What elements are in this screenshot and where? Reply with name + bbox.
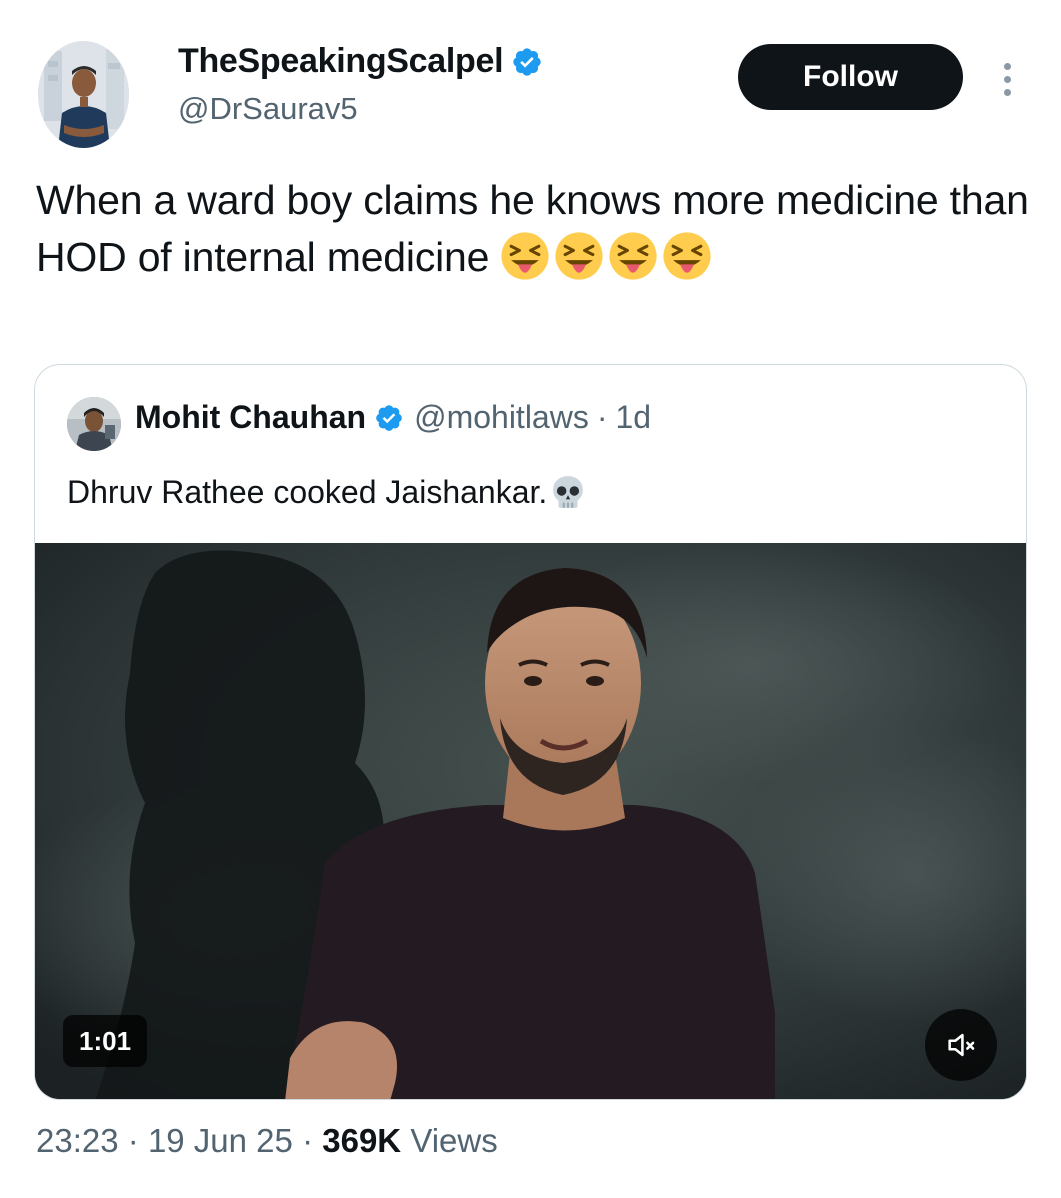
quoted-avatar-photo xyxy=(67,397,121,451)
follow-button[interactable]: Follow xyxy=(738,44,963,110)
squinting-tongue-emoji-icon xyxy=(501,232,550,280)
quoted-tweet-card[interactable]: Mohit Chauhan @mohitlaws · 1d Dhruv Rath… xyxy=(34,364,1027,1100)
mute-button[interactable] xyxy=(925,1009,997,1081)
squinting-tongue-emoji-icon xyxy=(663,232,712,280)
video-thumbnail xyxy=(35,543,1026,1099)
squinting-tongue-emoji-icon xyxy=(609,232,658,280)
tweet-text: When a ward boy claims he knows more med… xyxy=(36,172,1036,286)
quoted-author-handle[interactable]: @mohitlaws xyxy=(414,399,589,436)
meta-separator: · xyxy=(127,1122,139,1159)
views-count[interactable]: 369K xyxy=(322,1122,401,1159)
video-duration-badge: 1:01 xyxy=(63,1015,148,1067)
quoted-author-name[interactable]: Mohit Chauhan xyxy=(135,399,366,436)
tweet-meta: 23:23 · 19 Jun 25 · 369K Views xyxy=(36,1122,498,1160)
quoted-separator: · xyxy=(596,399,608,435)
muted-speaker-icon xyxy=(948,1033,975,1057)
verified-badge-icon xyxy=(376,404,402,431)
author-name-text: TheSpeakingScalpel xyxy=(178,42,504,80)
author-avatar[interactable] xyxy=(38,41,129,148)
more-vertical-icon[interactable] xyxy=(990,54,1024,104)
views-label: Views xyxy=(410,1122,498,1159)
tweet-date[interactable]: 19 Jun 25 xyxy=(148,1122,293,1159)
meta-separator: · xyxy=(302,1122,314,1159)
author-display-name[interactable]: TheSpeakingScalpel xyxy=(178,42,543,81)
quoted-author-avatar[interactable] xyxy=(67,397,121,451)
quoted-header: Mohit Chauhan @mohitlaws · 1d xyxy=(135,399,651,436)
author-handle[interactable]: @DrSaurav5 xyxy=(178,91,358,127)
verified-badge-icon xyxy=(513,47,541,76)
quoted-text-content: Dhruv Rathee cooked Jaishankar. xyxy=(67,473,548,510)
squinting-tongue-emoji-icon xyxy=(555,232,604,280)
quoted-timestamp[interactable]: 1d xyxy=(615,399,651,436)
quoted-tweet-text: Dhruv Rathee cooked Jaishankar. xyxy=(67,473,587,511)
skull-emoji-icon xyxy=(553,476,584,508)
video-player[interactable]: 1:01 xyxy=(35,543,1026,1099)
avatar-photo xyxy=(38,41,129,148)
tweet-time[interactable]: 23:23 xyxy=(36,1122,119,1159)
